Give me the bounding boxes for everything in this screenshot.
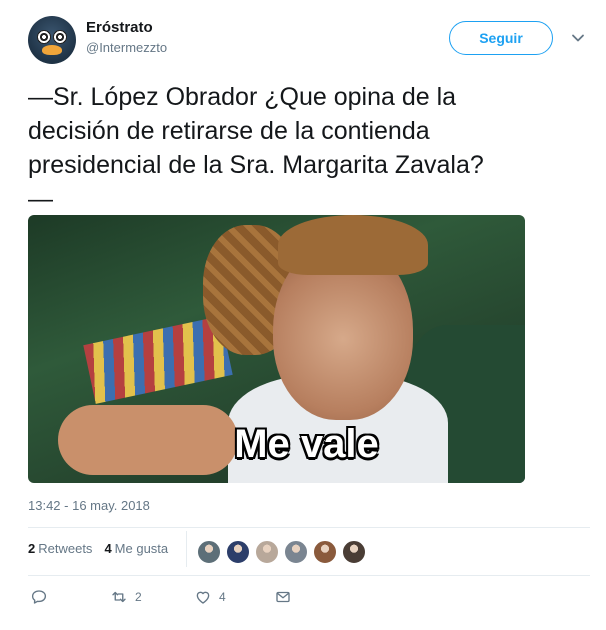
liker-avatar[interactable]	[284, 540, 308, 564]
like-count: 4	[219, 590, 226, 604]
message-action[interactable]	[274, 588, 292, 606]
retweet-icon	[112, 591, 126, 603]
liker-avatar[interactable]	[226, 540, 250, 564]
liker-avatar[interactable]	[313, 540, 337, 564]
avatar-eye-left	[37, 30, 51, 44]
chevron-down-icon[interactable]	[570, 30, 586, 46]
author-display-name[interactable]: Eróstrato	[86, 19, 153, 36]
avatar-beak	[42, 45, 62, 55]
reply-action[interactable]	[30, 588, 110, 606]
media-caption-text: Me vale	[234, 422, 379, 466]
liker-avatar[interactable]	[197, 540, 221, 564]
divider-top	[28, 527, 590, 528]
author-handle[interactable]: @Intermezzto	[86, 40, 167, 55]
reply-icon	[31, 590, 47, 604]
envelope-icon	[276, 591, 290, 603]
media-hair-top	[278, 215, 428, 275]
retweet-count: 2	[135, 590, 142, 604]
tweet-timestamp[interactable]: 13:42 - 16 may. 2018	[28, 498, 150, 513]
liker-avatar[interactable]	[342, 540, 366, 564]
tweet-stats: 2 Retweets 4 Me gusta	[28, 541, 180, 556]
tweet-actions: 2 4	[30, 588, 292, 606]
retweets-stat[interactable]: 2 Retweets	[28, 541, 92, 556]
stats-separator	[186, 531, 187, 567]
liker-avatars	[197, 540, 371, 564]
likes-label: Me gusta	[114, 541, 169, 556]
liker-avatar[interactable]	[255, 540, 279, 564]
likes-stat[interactable]: 4 Me gusta	[104, 541, 168, 556]
divider-bottom	[28, 575, 590, 576]
author-avatar[interactable]	[28, 16, 76, 64]
retweets-label: Retweets	[38, 541, 93, 556]
likes-count: 4	[104, 541, 112, 556]
avatar-eye-right	[53, 30, 67, 44]
follow-button[interactable]: Seguir	[449, 21, 553, 55]
tweet-text: —Sr. López Obrador ¿Que opina de la deci…	[28, 83, 484, 213]
like-action[interactable]: 4	[194, 588, 274, 606]
retweet-action[interactable]: 2	[110, 588, 194, 606]
heart-icon	[196, 591, 210, 604]
tweet-media-image[interactable]: Me vale	[28, 215, 525, 483]
retweets-count: 2	[28, 541, 36, 556]
